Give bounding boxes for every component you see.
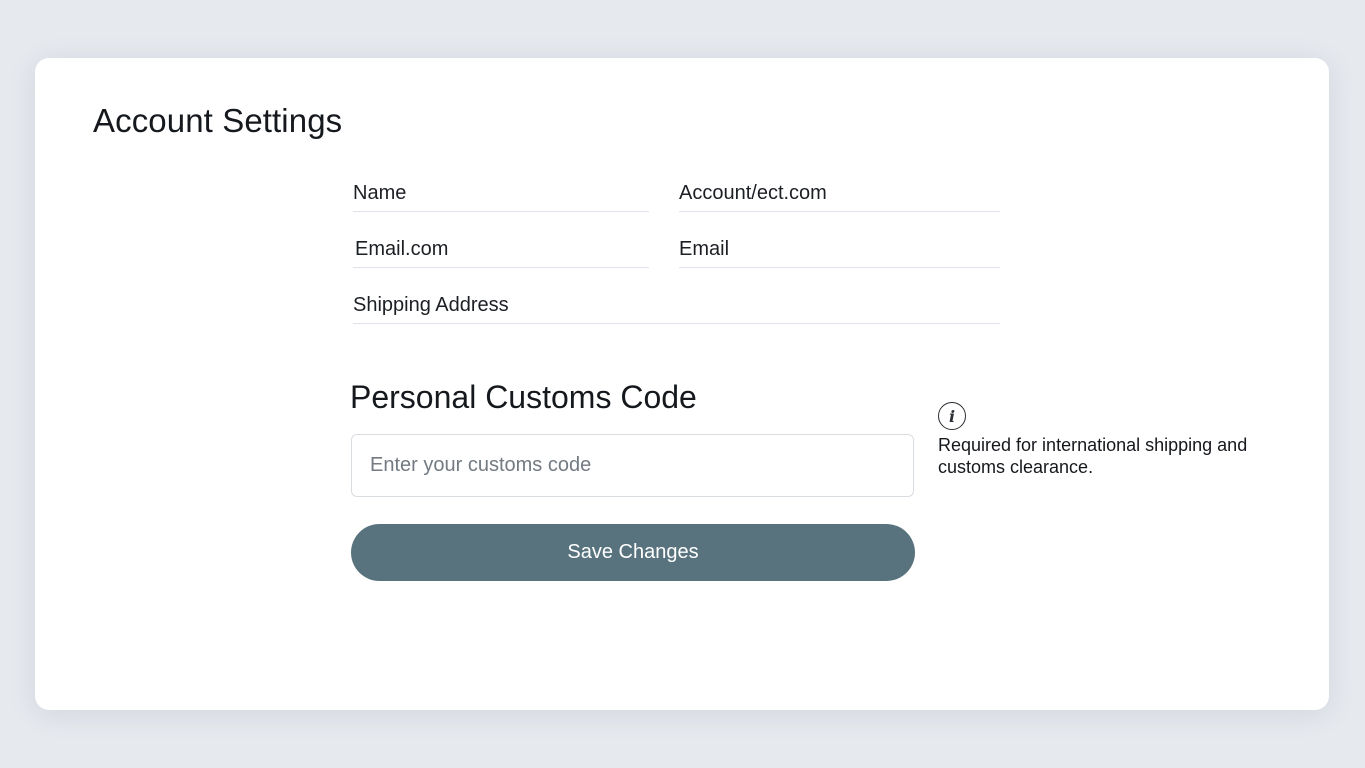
- email-value-field[interactable]: Email.com: [353, 230, 649, 268]
- account-field-value: Account/ect.com: [679, 182, 827, 204]
- shipping-address-field[interactable]: Shipping Address: [353, 286, 1000, 324]
- account-field[interactable]: Account/ect.com: [679, 174, 1000, 212]
- email-field-value: Email.com: [355, 238, 449, 260]
- customs-info-text: Required for international shipping and …: [938, 435, 1248, 477]
- customs-section-title: Personal Customs Code: [350, 379, 697, 415]
- email-field[interactable]: Email: [679, 230, 1000, 268]
- customs-code-input[interactable]: [351, 434, 914, 497]
- email-field-label: Email: [679, 238, 730, 260]
- name-field-label: Name: [353, 182, 407, 204]
- info-icon: i: [938, 402, 966, 430]
- save-button[interactable]: Save Changes: [351, 524, 915, 581]
- settings-card: Account Settings Name Account/ect.com Em…: [35, 58, 1329, 710]
- shipping-address-label: Shipping Address: [353, 294, 509, 316]
- customs-info: i Required for international shipping an…: [938, 402, 1268, 478]
- name-field[interactable]: Name: [353, 174, 649, 212]
- page-title: Account Settings: [93, 102, 343, 139]
